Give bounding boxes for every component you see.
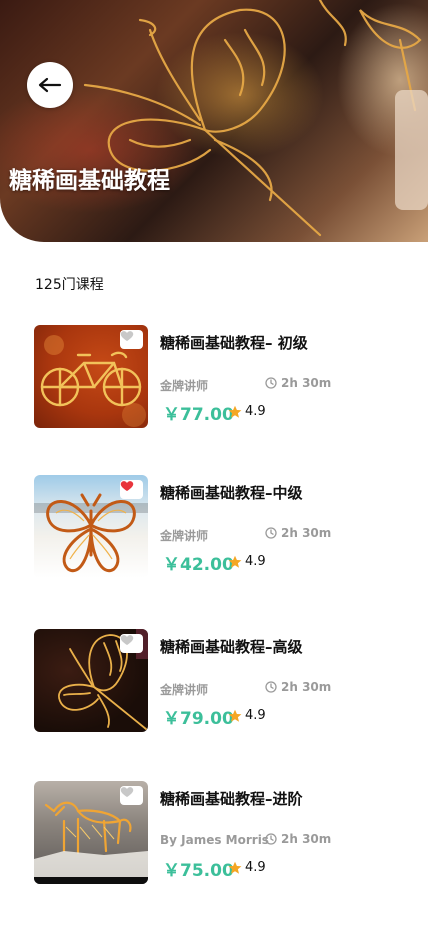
duration-text: 2h 30m — [281, 680, 332, 694]
course-rating: 4.9 — [228, 860, 266, 875]
star-icon — [228, 861, 242, 874]
heart-icon — [120, 787, 134, 797]
course-thumbnail — [34, 629, 148, 732]
clock-icon — [265, 681, 277, 693]
arrow-left-icon — [38, 77, 62, 93]
rating-value: 4.9 — [245, 860, 266, 875]
heart-icon — [120, 635, 134, 645]
course-thumbnail — [34, 475, 148, 578]
hero-banner: 糖稀画基础教程 — [0, 0, 428, 242]
clock-icon — [265, 527, 277, 539]
course-author: 金牌讲师 — [160, 683, 209, 697]
course-price: ￥79.00 — [163, 709, 234, 729]
heart-icon — [120, 481, 134, 491]
course-duration: 2h 30m — [265, 832, 331, 846]
course-price: ￥75.00 — [163, 861, 234, 881]
course-count: 125门课程 — [35, 277, 104, 293]
heart-icon — [120, 331, 134, 341]
course-rating: 4.9 — [228, 554, 266, 569]
course-duration: 2h 30m — [265, 376, 331, 390]
clock-icon — [265, 833, 277, 845]
duration-text: 2h 30m — [281, 526, 332, 540]
course-thumbnail — [34, 781, 148, 884]
course-author: By James Morris — [160, 833, 269, 847]
course-duration: 2h 30m — [265, 680, 331, 694]
favorite-button[interactable] — [120, 330, 143, 349]
course-title: 糖稀画基础教程–进阶 — [160, 790, 303, 808]
star-icon — [228, 709, 242, 722]
course-thumbnail — [34, 325, 148, 428]
rating-value: 4.9 — [245, 708, 266, 723]
favorite-button[interactable] — [120, 480, 143, 499]
course-card[interactable]: 糖稀画基础教程–中级 金牌讲师 2h 30m ￥42.00 4.9 — [34, 475, 414, 579]
favorite-button[interactable] — [120, 786, 143, 805]
course-card[interactable]: 糖稀画基础教程–进阶 By James Morris 2h 30m ￥75.00… — [34, 781, 414, 885]
course-author: 金牌讲师 — [160, 379, 209, 393]
duration-text: 2h 30m — [281, 832, 332, 846]
course-author: 金牌讲师 — [160, 529, 209, 543]
favorite-button[interactable] — [120, 634, 143, 653]
star-icon — [228, 555, 242, 568]
rating-value: 4.9 — [245, 554, 266, 569]
back-button[interactable] — [27, 62, 73, 108]
course-price: ￥77.00 — [163, 405, 234, 425]
course-title: 糖稀画基础教程– 初级 — [160, 334, 308, 352]
course-card[interactable]: 糖稀画基础教程–高级 金牌讲师 2h 30m ￥79.00 4.9 — [34, 629, 414, 733]
course-card[interactable]: 糖稀画基础教程– 初级 金牌讲师 2h 30m ￥77.00 4.9 — [34, 325, 414, 429]
star-icon — [228, 405, 242, 418]
course-duration: 2h 30m — [265, 526, 331, 540]
course-price: ￥42.00 — [163, 555, 234, 575]
course-title: 糖稀画基础教程–中级 — [160, 484, 303, 502]
course-rating: 4.9 — [228, 404, 266, 419]
page-title: 糖稀画基础教程 — [9, 168, 170, 194]
course-rating: 4.9 — [228, 708, 266, 723]
duration-text: 2h 30m — [281, 376, 332, 390]
sugar-butterfly-image — [83, 0, 428, 237]
clock-icon — [265, 377, 277, 389]
course-title: 糖稀画基础教程–高级 — [160, 638, 303, 656]
rating-value: 4.9 — [245, 404, 266, 419]
